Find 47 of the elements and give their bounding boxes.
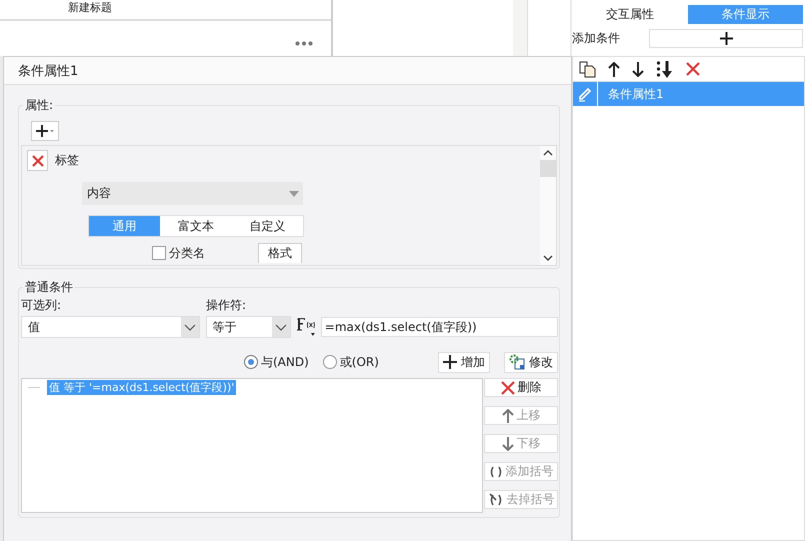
- scrollbar-thumb[interactable]: [540, 160, 556, 177]
- delete-button[interactable]: 删除: [484, 378, 558, 397]
- radio-button[interactable]: 与(AND): [244, 354, 309, 370]
- scrollbar[interactable]: [540, 146, 556, 265]
- delete-icon[interactable]: [686, 62, 700, 76]
- scroll-up-icon: [543, 150, 553, 156]
- arrow-down-icon[interactable]: [632, 62, 644, 76]
- panel-title: 新建标题: [68, 1, 112, 14]
- formula-icon[interactable]: [296, 316, 317, 338]
- formula-field[interactable]: =max(ds1.select(值字段)): [320, 317, 558, 337]
- remove-brackets-icon: [488, 492, 504, 506]
- add-condition-label: 添加条件: [572, 30, 620, 47]
- chevron-down-icon: [274, 324, 287, 330]
- format-button[interactable]: 格式: [258, 243, 302, 263]
- group-legend: 属性:: [23, 97, 56, 114]
- radio-button[interactable]: 或(OR): [322, 354, 379, 370]
- checkbox-label: 分类名: [169, 244, 206, 262]
- add-button[interactable]: 增加: [438, 352, 490, 372]
- plus-icon: [720, 32, 732, 45]
- copy-icon[interactable]: [579, 60, 596, 78]
- edit-icon: [509, 354, 525, 370]
- more-icon[interactable]: [295, 41, 313, 46]
- pencil-icon: [577, 86, 593, 102]
- content-dropdown[interactable]: 内容: [82, 182, 303, 205]
- column-select[interactable]: 值: [21, 316, 200, 338]
- arrow-up-icon: [502, 408, 514, 422]
- arrow-down-icon: [502, 436, 514, 450]
- field-label: 操作符:: [206, 297, 246, 314]
- property-label: 标签: [55, 152, 79, 169]
- plus-dropdown-icon: [35, 124, 55, 138]
- dialog-title: 条件属性1: [18, 62, 78, 80]
- arrow-up-icon[interactable]: [608, 62, 620, 76]
- remove-button[interactable]: [27, 150, 48, 171]
- operator-select[interactable]: 等于: [206, 316, 291, 338]
- brackets-icon: [488, 464, 502, 478]
- close-icon: [500, 380, 514, 394]
- modify-button[interactable]: 修改: [504, 352, 558, 372]
- group-legend: 普通条件: [23, 279, 75, 296]
- dropdown-arrow-icon: [289, 190, 299, 196]
- chevron-down-icon: [184, 324, 196, 330]
- checkbox[interactable]: [152, 246, 166, 260]
- move-bottom-icon[interactable]: [656, 60, 674, 78]
- field-label: 可选列:: [21, 297, 62, 314]
- add-property-button[interactable]: [31, 121, 59, 141]
- scroll-down-icon: [543, 255, 553, 261]
- plus-icon: [443, 355, 457, 369]
- close-icon: [30, 154, 44, 168]
